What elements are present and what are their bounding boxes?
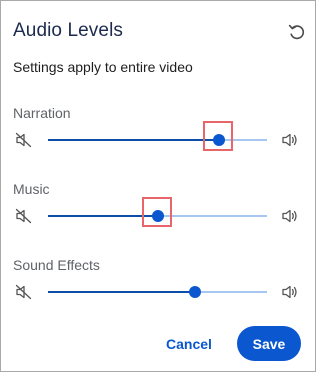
dialog-title: Audio Levels [13,20,123,41]
volume-up-icon[interactable] [281,208,299,224]
slider-thumb[interactable] [188,286,201,298]
reset-undo-icon [288,24,304,40]
slider-label: Sound Effects [13,257,100,273]
audio-levels-dialog: Audio Levels Settings apply to entire vi… [0,0,316,372]
reset-button[interactable] [286,21,308,43]
volume-mute-icon[interactable] [15,208,33,224]
volume-up-icon[interactable] [281,284,299,300]
volume-mute-icon[interactable] [15,132,33,148]
slider-group-music: Music [1,181,315,241]
narration-slider[interactable] [48,121,267,151]
slider-label: Narration [13,105,71,121]
cancel-button[interactable]: Cancel [159,327,219,361]
slider-group-sound-effects: Sound Effects [1,257,315,317]
save-button[interactable]: Save [237,326,301,361]
slider-label: Music [13,181,50,197]
dialog-subtitle: Settings apply to entire video [13,59,193,75]
sound-effects-slider[interactable] [48,281,267,303]
volume-up-icon[interactable] [281,132,299,148]
slider-thumb[interactable] [151,210,164,222]
slider-thumb[interactable] [212,134,225,146]
slider-fill [48,139,219,141]
slider-group-narration: Narration [1,105,315,165]
music-slider[interactable] [48,197,267,227]
slider-fill [48,291,195,293]
volume-mute-icon[interactable] [15,284,33,300]
